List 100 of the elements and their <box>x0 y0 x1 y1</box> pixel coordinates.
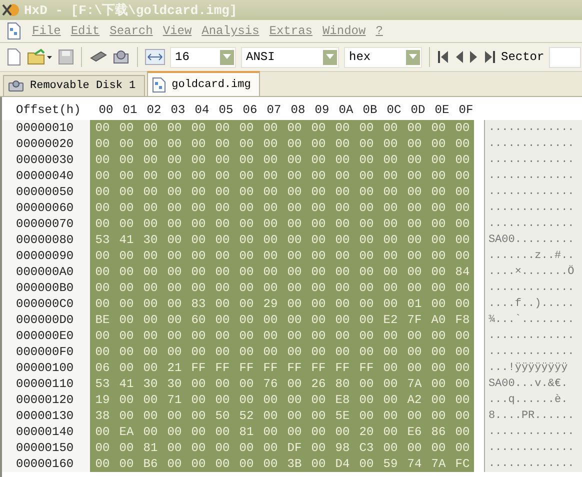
hex-byte: 00 <box>94 168 111 184</box>
document-icon[interactable] <box>6 22 22 40</box>
menu-item[interactable]: Edit <box>70 24 100 38</box>
hex-byte: 50 <box>214 408 231 424</box>
charset-dropdown[interactable]: ANSI <box>241 46 339 68</box>
offset-base-dropdown[interactable]: hex <box>344 46 422 68</box>
column-header: 02 <box>146 102 162 118</box>
hex-byte: 00 <box>190 344 207 360</box>
hex-byte: 00 <box>166 312 183 328</box>
arrows-icon[interactable] <box>145 49 165 65</box>
offset-cell: 000000B0 <box>2 280 90 296</box>
column-header: 07 <box>266 102 282 118</box>
menu-item[interactable]: File <box>32 24 61 38</box>
hex-byte: 00 <box>454 360 471 376</box>
hex-byte: 00 <box>430 392 447 408</box>
hex-byte: 81 <box>238 424 255 440</box>
menu-item[interactable]: Extras <box>269 24 312 38</box>
hex-byte: 26 <box>310 376 327 392</box>
hex-byte: 00 <box>238 152 255 168</box>
hex-byte: 00 <box>142 264 159 280</box>
hex-byte: 00 <box>118 280 135 296</box>
hex-byte: 00 <box>406 408 423 424</box>
hex-byte: 00 <box>310 216 327 232</box>
save-icon[interactable] <box>58 49 74 65</box>
next-icon[interactable] <box>469 50 479 64</box>
hex-byte: 19 <box>94 392 111 408</box>
offset-cell: 00000160 <box>2 456 90 472</box>
open-folder-icon[interactable] <box>27 48 53 66</box>
hex-byte: 00 <box>310 264 327 280</box>
hex-byte: 00 <box>238 392 255 408</box>
menu-item[interactable]: View <box>162 24 192 38</box>
hex-byte: 00 <box>286 264 303 280</box>
offset-cell: 00000050 <box>2 184 90 200</box>
hex-byte: 00 <box>94 456 111 472</box>
hex-byte: 00 <box>454 328 471 344</box>
column-header: 08 <box>290 102 306 118</box>
column-header: Offset(h) <box>15 102 82 118</box>
hex-byte: 00 <box>190 376 207 392</box>
hex-byte: 00 <box>430 168 447 184</box>
disk-drive-icon[interactable] <box>112 48 130 66</box>
hex-byte: 00 <box>190 184 207 200</box>
hex-byte: 00 <box>358 200 375 216</box>
hex-byte: 00 <box>166 200 183 216</box>
hex-byte: 00 <box>406 440 423 456</box>
previous-icon[interactable] <box>454 50 464 64</box>
hex-byte: 00 <box>190 168 207 184</box>
hex-byte: 00 <box>118 408 135 424</box>
hex-byte: 00 <box>142 136 159 152</box>
text-cell: ............. <box>484 424 582 440</box>
hex-byte: 00 <box>238 136 255 152</box>
hex-byte: 00 <box>118 360 135 376</box>
hex-byte: 00 <box>166 280 183 296</box>
menu-item[interactable]: ? <box>376 24 383 38</box>
hex-byte: 30 <box>142 232 159 248</box>
tab[interactable]: Removable Disk 1 <box>3 75 145 96</box>
hex-byte: 00 <box>334 232 351 248</box>
hex-byte: 00 <box>238 168 255 184</box>
hex-byte: 00 <box>262 344 279 360</box>
hex-byte: 00 <box>94 296 111 312</box>
caret-icon[interactable] <box>409 54 417 60</box>
first-icon[interactable] <box>437 50 449 64</box>
caret-icon[interactable] <box>223 54 231 60</box>
hex-byte: A0 <box>430 312 447 328</box>
hex-byte: 00 <box>334 168 351 184</box>
hex-byte: 7A <box>406 376 423 392</box>
hex-byte: 00 <box>382 344 399 360</box>
caret-icon[interactable] <box>326 54 334 60</box>
offset-cell: 000000E0 <box>2 328 90 344</box>
hex-byte: 00 <box>94 328 111 344</box>
text-cell: ....f..)..... <box>484 296 582 312</box>
hex-byte: 00 <box>118 344 135 360</box>
hex-byte: 00 <box>430 280 447 296</box>
menu-item[interactable]: Analysis <box>202 24 260 38</box>
hex-byte: 00 <box>214 312 231 328</box>
offset-cell: 00000080 <box>2 232 90 248</box>
hex-byte: FF <box>190 360 207 376</box>
hex-byte: DF <box>286 440 303 456</box>
hex-byte: 00 <box>382 136 399 152</box>
sector-field[interactable] <box>549 46 582 68</box>
hex-byte: 76 <box>262 376 279 392</box>
hex-byte: 00 <box>382 232 399 248</box>
menu-item[interactable]: Search <box>110 24 153 38</box>
hex-byte: 00 <box>214 440 231 456</box>
hex-byte: 00 <box>94 344 111 360</box>
hex-byte: 00 <box>334 280 351 296</box>
hex-byte: 00 <box>382 216 399 232</box>
bytes-per-row-dropdown[interactable]: 16 <box>170 46 236 68</box>
hex-byte: 00 <box>118 168 135 184</box>
hex-byte: 00 <box>238 440 255 456</box>
hex-byte: 00 <box>214 120 231 136</box>
hex-byte: 00 <box>310 232 327 248</box>
last-icon[interactable] <box>484 50 496 64</box>
tab[interactable]: goldcard.img <box>146 71 260 96</box>
hex-byte: 00 <box>286 280 303 296</box>
hex-byte: 00 <box>334 200 351 216</box>
hex-byte: 00 <box>310 184 327 200</box>
offset-cell: 00000040 <box>2 168 90 184</box>
menu-item[interactable]: Window <box>322 24 366 38</box>
hex-byte: 00 <box>214 344 231 360</box>
new-file-icon[interactable] <box>6 48 22 66</box>
